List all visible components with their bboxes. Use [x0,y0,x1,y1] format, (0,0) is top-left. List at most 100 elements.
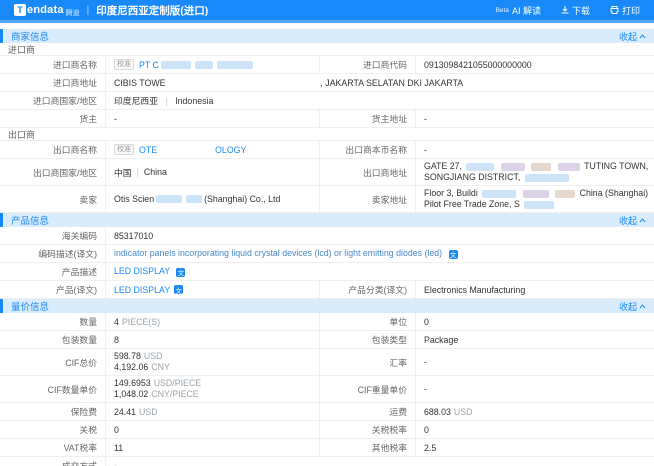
trade-mode-value: - [106,459,654,466]
importer-address-value: CIBIS TOWE , JAKARTA SELATAN DKI JAKARTA [106,76,654,90]
table-row: 保险费 24.41USD 运费 688.03USD [0,403,654,421]
table-row: 进口商国家/地区 印度尼西亚 | Indonesia [0,92,654,110]
field-label: 卖家 [0,186,106,212]
table-row: 关税 0 关税税率 0 [0,421,654,439]
app-header: Tendata 腾道 | 印度尼西亚定制版(进口) Beta AI 解读 下载 … [0,0,654,23]
field-label: 产品描述 [0,263,106,280]
section-header-qty-price: 量价信息 收起 [0,299,654,313]
package-type-value: Package [416,333,654,347]
field-label: 关税税率 [320,421,416,438]
chevron-up-icon [639,218,646,223]
redacted-text [501,163,525,171]
table-row: 货主 - 货主地址 - [0,110,654,128]
seller-value: Otis Scien (Shanghai) Co., Ltd [106,186,320,212]
translate-icon[interactable]: 文 [174,285,183,294]
page-title: 印度尼西亚定制版(进口) [96,3,208,18]
importer-name-value[interactable]: 校准 PT C [106,56,320,73]
exporter-name-value[interactable]: 校准 OTE OLOGY [106,141,320,158]
field-label: 进口商国家/地区 [0,92,106,109]
collapse-button[interactable]: 收起 [619,300,646,313]
download-icon [561,6,569,14]
table-row: 出口商国家/地区 中国 | China 出口商地址 GATE 27, TUTIN… [0,159,654,186]
field-label: 数量 [0,313,106,330]
redacted-text [186,195,202,203]
redacted-text [525,174,569,182]
calibrated-tag: 校准 [114,144,134,155]
field-label: CIF数量单价 [0,376,106,402]
field-label: 卖家地址 [320,186,416,212]
duty-value: 0 [106,421,320,438]
cif-unit-price-value: 149.6953USD/PIECE 1,048.02CNY/PIECE [106,376,320,402]
field-label: CIF总价 [0,349,106,375]
ai-interpret-button[interactable]: Beta AI 解读 [496,4,541,17]
field-label: 单位 [320,313,416,330]
hs-code-value: 85317010 [106,229,654,243]
field-label: 进口商地址 [0,74,106,91]
field-label: 货主地址 [320,110,416,127]
other-rate-value: 2.5 [416,441,654,455]
table-row: 数量 4PIECE(S) 单位 0 [0,313,654,331]
field-label: 包装数量 [0,331,106,348]
print-button[interactable]: 打印 [610,4,640,17]
header-divider: | [87,5,90,16]
product-description-value[interactable]: LED DISPLAY 文 [106,264,654,278]
field-label: 出口商本币名称 [320,141,416,158]
field-label: 出口商名称 [0,141,106,158]
section-title: 产品信息 [11,213,49,227]
field-label: 保险费 [0,403,106,420]
header-actions: Beta AI 解读 下载 打印 [496,4,640,17]
collapse-button[interactable]: 收起 [619,30,646,43]
importer-code-value: 0913098421055000000000 [416,58,654,72]
collapse-button[interactable]: 收起 [619,214,646,227]
table-row: 进口商地址 CIBIS TOWE , JAKARTA SELATAN DKI J… [0,74,654,92]
field-label: 进口商名称 [0,56,106,73]
redacted-text [523,190,549,198]
cif-weight-price-value: - [416,382,654,396]
exchange-rate-value: - [416,355,654,369]
table-row: 进口商名称 校准 PT C 进口商代码 09130984210550000000… [0,56,654,74]
field-label: 编码描述(译文) [0,245,106,262]
redacted-text [555,190,575,198]
product-category-value: Electronics Manufacturing [416,283,654,297]
section-title: 商家信息 [11,29,49,43]
translate-icon[interactable]: 文 [176,268,185,277]
owner-value: - [106,110,320,127]
redacted-text [466,163,494,171]
field-label: CIF重量单价 [320,376,416,402]
beta-badge: Beta [496,7,509,14]
section-title: 量价信息 [11,299,49,313]
field-label: 汇率 [320,349,416,375]
redacted-text [524,201,554,209]
tendata-logo-icon: T [14,4,26,16]
product-translated-value[interactable]: LED DISPLAY 文 [106,281,320,298]
field-label: VAT税率 [0,439,106,456]
calibrated-tag: 校准 [114,59,134,70]
redacted-text [558,163,580,171]
table-row: 出口商名称 校准 OTE OLOGY 出口商本币名称 - [0,141,654,159]
field-label: 产品分类(译文) [320,281,416,298]
hs-description-value: indicator panels incorporating liquid cr… [106,246,654,260]
exporter-local-name-value: - [416,143,654,157]
field-label: 进口商代码 [320,56,416,73]
exporter-group-label: 出口商 [0,128,654,141]
redacted-text [217,61,253,69]
duty-rate-value: 0 [416,423,654,437]
redacted-text [531,163,551,171]
chevron-up-icon [639,34,646,39]
field-label: 成交方式 [0,457,106,466]
freight-value: 688.03USD [416,405,654,419]
table-row: 包装数量 8 包装类型 Package [0,331,654,349]
field-label: 产品(译文) [0,281,106,298]
field-label: 出口商地址 [320,159,416,185]
download-button[interactable]: 下载 [561,4,590,17]
section-header-product: 产品信息 收起 [0,213,654,227]
table-row: CIF数量单价 149.6953USD/PIECE 1,048.02CNY/PI… [0,376,654,403]
field-label: 海关编码 [0,227,106,244]
section-header-merchant: 商家信息 收起 [0,29,654,43]
cif-total-value: 598.78USD 4,192.06CNY [106,349,320,375]
exporter-address-value: GATE 27, TUTING TOWN, SONGJIANG DISTRICT… [416,159,654,185]
table-row: 卖家 Otis Scien (Shanghai) Co., Ltd 卖家地址 F… [0,186,654,213]
redacted-text [482,190,516,198]
translate-icon[interactable]: 文 [449,250,458,259]
insurance-value: 24.41USD [106,403,320,420]
